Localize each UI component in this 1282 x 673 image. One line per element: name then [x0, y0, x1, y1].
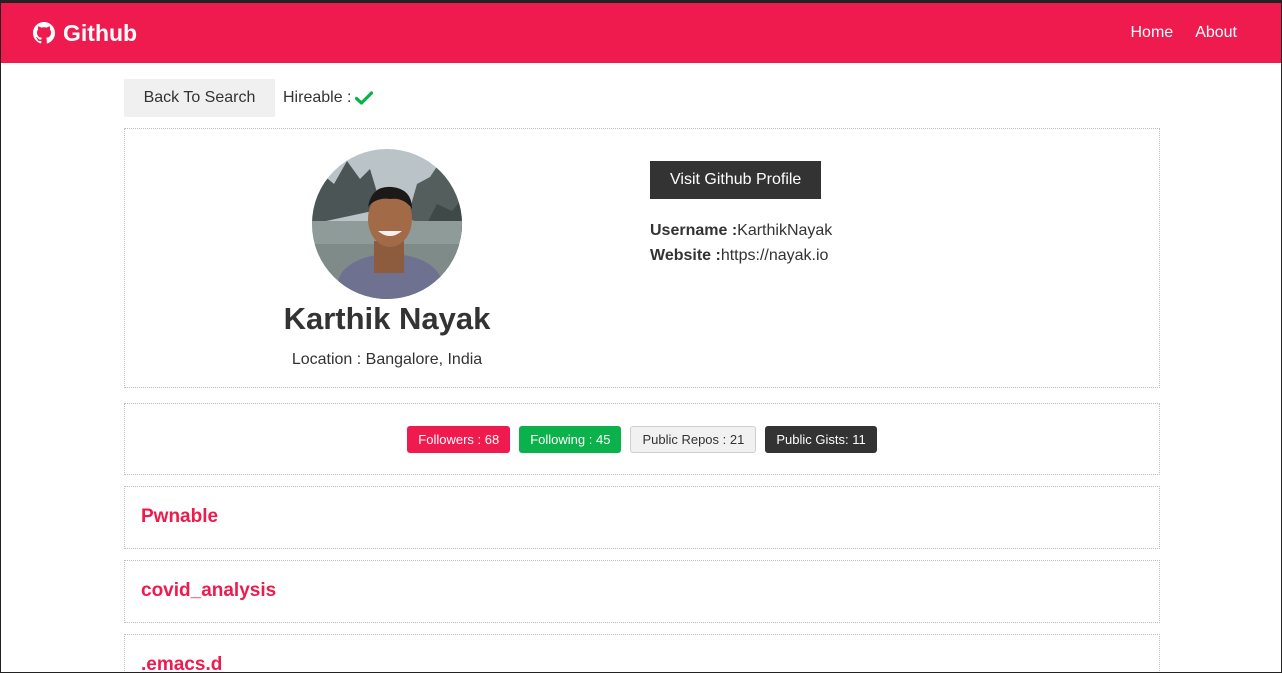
username-value: KarthikNayak	[737, 222, 833, 239]
website-row: Website :https://nayak.io	[650, 243, 832, 268]
public-gists-badge: Public Gists: 11	[765, 425, 877, 453]
public-repos-badge: Public Repos : 21	[630, 425, 757, 453]
repo-link[interactable]: Pwnable	[141, 506, 218, 528]
brand[interactable]: Github	[33, 20, 137, 47]
nav-link-about[interactable]: About	[1195, 24, 1237, 42]
back-to-search-button[interactable]: Back To Search	[124, 79, 275, 117]
hireable-label: Hireable :	[283, 89, 352, 106]
profile-info: Username :KarthikNayak Website :https://…	[650, 218, 832, 268]
visit-github-profile-button[interactable]: Visit Github Profile	[650, 161, 822, 199]
username-row: Username :KarthikNayak	[650, 218, 832, 243]
browser-viewport: Github Home About Back To Search Hireabl…	[0, 0, 1282, 673]
github-icon	[33, 22, 55, 44]
website-link[interactable]: https://nayak.io	[721, 247, 829, 264]
repo-card: .emacs.d	[124, 634, 1160, 672]
repo-card: Pwnable	[124, 486, 1160, 549]
hireable-status: Hireable :	[283, 89, 374, 107]
topbar: Back To Search Hireable :	[124, 79, 374, 117]
website-label: Website :	[650, 247, 721, 264]
followers-badge: Followers : 68	[407, 425, 511, 453]
check-icon	[355, 91, 374, 105]
navbar: Github Home About	[1, 3, 1281, 63]
nav-link-home[interactable]: Home	[1131, 24, 1174, 42]
repo-link[interactable]: .emacs.d	[141, 654, 222, 672]
username-label: Username :	[650, 222, 738, 239]
stats-card: Followers : 68 Following : 45 Public Rep…	[124, 403, 1160, 475]
repo-link[interactable]: covid_analysis	[141, 580, 276, 602]
avatar	[312, 149, 462, 299]
profile-card: Karthik Nayak Location : Bangalore, Indi…	[124, 128, 1160, 388]
nav-links: Home About	[1131, 24, 1238, 42]
following-badge: Following : 45	[519, 425, 622, 453]
repo-card: covid_analysis	[124, 560, 1160, 623]
location: Location : Bangalore, India	[291, 351, 483, 368]
profile-name: Karthik Nayak	[283, 301, 491, 336]
brand-label: Github	[63, 19, 138, 46]
